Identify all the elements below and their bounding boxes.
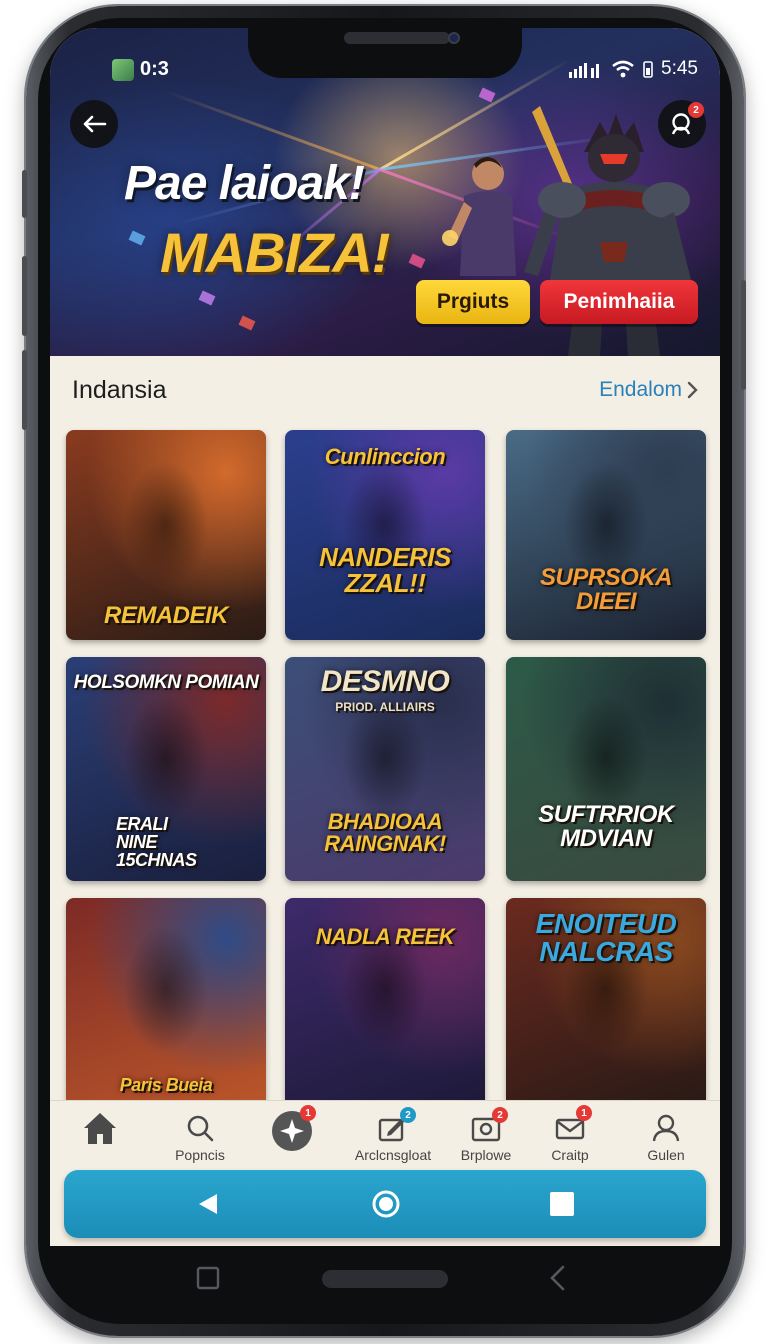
game-art [66,898,266,1100]
see-all-link[interactable]: Endalom [599,378,698,402]
section-title: Indansia [72,376,167,404]
status-bar: 0:3 5:45 [50,28,720,81]
system-navigation-bar [64,1170,706,1238]
game-tile[interactable]: Cunlinccion NANDERIS ZZAL!! [285,430,485,640]
signal-icon [569,63,600,78]
game-tile[interactable]: REMADEIK [66,430,266,640]
game-title-top: ENOITEUD NALCRAS [535,908,677,967]
game-title-top: DESMNO [320,665,450,698]
nav-gulen[interactable]: Gulen [616,1111,716,1163]
game-title: Paris Bueia [119,1075,213,1095]
hero-title-line1: Pae laioak! [124,157,365,210]
game-tile[interactable]: SUFTRRIOK MDVIAN [506,657,706,881]
arrow-left-icon [83,115,107,133]
game-tile[interactable]: DESMNO PRIOD. ALLIAIRS BHADIOAA RAINGNAK… [285,657,485,881]
volume-up-button [22,256,27,336]
game-title: REMADEIK [103,602,229,629]
status-left: 0:3 [112,58,169,81]
game-title-top: Cunlinccion [324,444,446,469]
chevron-right-icon [687,381,698,399]
nav-popncis[interactable]: Popncis [150,1111,250,1163]
home-indicator[interactable] [322,1270,448,1288]
phone-hardware-nav [50,1246,720,1312]
screen: 0:3 5:45 2 Pae laioak! MABIZA! Prgiuts P… [50,28,720,1246]
front-camera [448,32,460,44]
game-title: SUPRSOKA DIEEI [539,564,673,615]
nav-craitp[interactable]: 1 Craitp [520,1105,620,1163]
game-title: ERALI NINE 15CHNAS [116,814,197,870]
nav-badge: 1 [300,1105,316,1121]
nav-home[interactable] [50,1111,150,1145]
wifi-icon [612,60,634,78]
system-home-button[interactable] [326,1170,446,1238]
game-tile[interactable]: NADLA REEK [285,898,485,1100]
game-tile[interactable]: Paris Bueia [66,898,266,1100]
app-notification-icon [112,58,134,81]
nav-label: Craitp [551,1147,589,1163]
nav-label: Arclcnsgloat [354,1147,432,1163]
user-icon [652,1114,680,1142]
game-title-top: NADLA REEK [315,924,455,949]
earpiece-speaker [344,32,450,44]
nav-label: Gulen [647,1147,685,1163]
secondary-cta-button[interactable]: Penimhaiia [540,280,698,324]
back-triangle-icon [199,1194,217,1214]
game-tile[interactable]: SUPRSOKA DIEEI [506,430,706,640]
game-tile[interactable]: HOLSOMKN POMIAN ERALI NINE 15CHNAS [66,657,266,881]
game-title: SUFTRRIOK MDVIAN [538,801,674,852]
nav-label: Popncis [175,1147,225,1163]
search-badge: 2 [688,102,704,118]
volume-down-button [22,350,27,430]
hardware-back-icon[interactable] [548,1264,566,1292]
game-title-top: HOLSOMKN POMIAN [73,672,259,693]
game-tile[interactable]: ENOITEUD NALCRAS [506,898,706,1100]
search-icon [187,1115,214,1142]
hero-banner[interactable]: 0:3 5:45 2 Pae laioak! MABIZA! Prgiuts P… [50,28,720,356]
nav-arclcnsgloat[interactable]: 2 Arclcnsgloat [334,1107,452,1163]
hero-title-line2: MABIZA! [160,221,390,284]
game-title: BHADIOAA RAINGNAK! [324,809,446,856]
system-recents-button[interactable] [502,1170,622,1238]
nav-compass[interactable]: 1 [242,1105,342,1153]
recents-square-icon [550,1192,574,1216]
system-back-button[interactable] [148,1170,268,1238]
status-time-left: 0:3 [140,58,169,80]
bottom-nav: Popncis 1 2 Arclcnsgloat 2 Brplowe 1 Cra… [50,1100,720,1168]
hardware-square-icon[interactable] [196,1266,220,1290]
game-title: NANDERIS ZZAL!! [319,542,451,598]
game-subtitle: PRIOD. ALLIAIRS [335,700,435,714]
see-all-label: Endalom [599,378,682,401]
search-button[interactable]: 2 [658,100,706,148]
status-right: 5:45 [569,58,698,80]
home-circle-icon [372,1190,400,1218]
status-time-right: 5:45 [661,58,698,79]
nav-badge: 2 [492,1107,508,1123]
back-button[interactable] [70,100,118,148]
battery-icon [643,61,653,78]
nav-badge: 2 [400,1107,416,1123]
power-button [741,280,746,390]
primary-cta-button[interactable]: Prgiuts [416,280,530,324]
side-button [22,170,27,218]
nav-badge: 1 [576,1105,592,1121]
home-icon [84,1113,116,1144]
